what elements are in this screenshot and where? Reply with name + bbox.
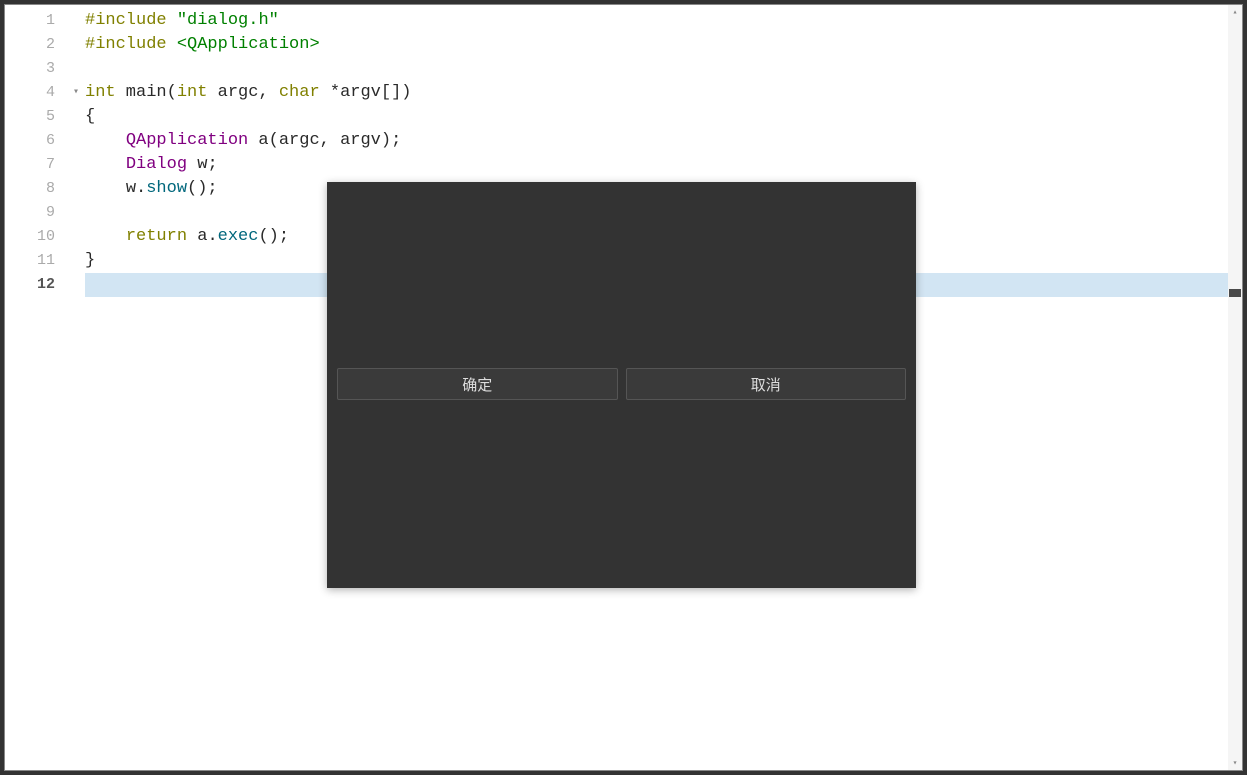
fold-gutter: ▾ [67,5,85,770]
fold-marker [67,57,85,81]
line-number: 4 [5,81,67,105]
line-number-current: 12 [5,273,67,297]
fold-marker [67,105,85,129]
scroll-down-icon[interactable]: ▾ [1228,756,1242,770]
line-number: 2 [5,33,67,57]
code-line[interactable]: #include "dialog.h" [85,9,1228,33]
line-number: 5 [5,105,67,129]
line-number: 8 [5,177,67,201]
line-number: 6 [5,129,67,153]
vertical-scrollbar[interactable]: ▴ ▾ [1228,5,1242,770]
line-number: 3 [5,57,67,81]
dialog-window[interactable]: 确定 取消 [327,182,916,588]
line-number-gutter: 1 2 3 4 5 6 7 8 9 10 11 12 [5,5,67,770]
dialog-button-row: 确定 取消 [337,368,906,400]
fold-marker [67,201,85,225]
line-number: 10 [5,225,67,249]
fold-marker [67,249,85,273]
fold-collapse-icon[interactable]: ▾ [67,81,85,105]
fold-marker [67,33,85,57]
line-number: 11 [5,249,67,273]
code-line[interactable]: int main(int argc, char *argv[]) [85,81,1228,105]
line-number: 7 [5,153,67,177]
minimap-cursor-mark [1229,289,1241,297]
scroll-up-icon[interactable]: ▴ [1228,5,1242,19]
fold-marker [67,153,85,177]
fold-marker [67,129,85,153]
code-line[interactable]: QApplication a(argc, argv); [85,129,1228,153]
cancel-button[interactable]: 取消 [626,368,907,400]
fold-marker [67,225,85,249]
line-number: 9 [5,201,67,225]
fold-marker [67,273,85,297]
code-line[interactable] [85,57,1228,81]
line-number: 1 [5,9,67,33]
fold-marker [67,9,85,33]
code-line[interactable]: { [85,105,1228,129]
ok-button[interactable]: 确定 [337,368,618,400]
code-line[interactable]: Dialog w; [85,153,1228,177]
fold-marker [67,177,85,201]
code-line[interactable]: #include <QApplication> [85,33,1228,57]
